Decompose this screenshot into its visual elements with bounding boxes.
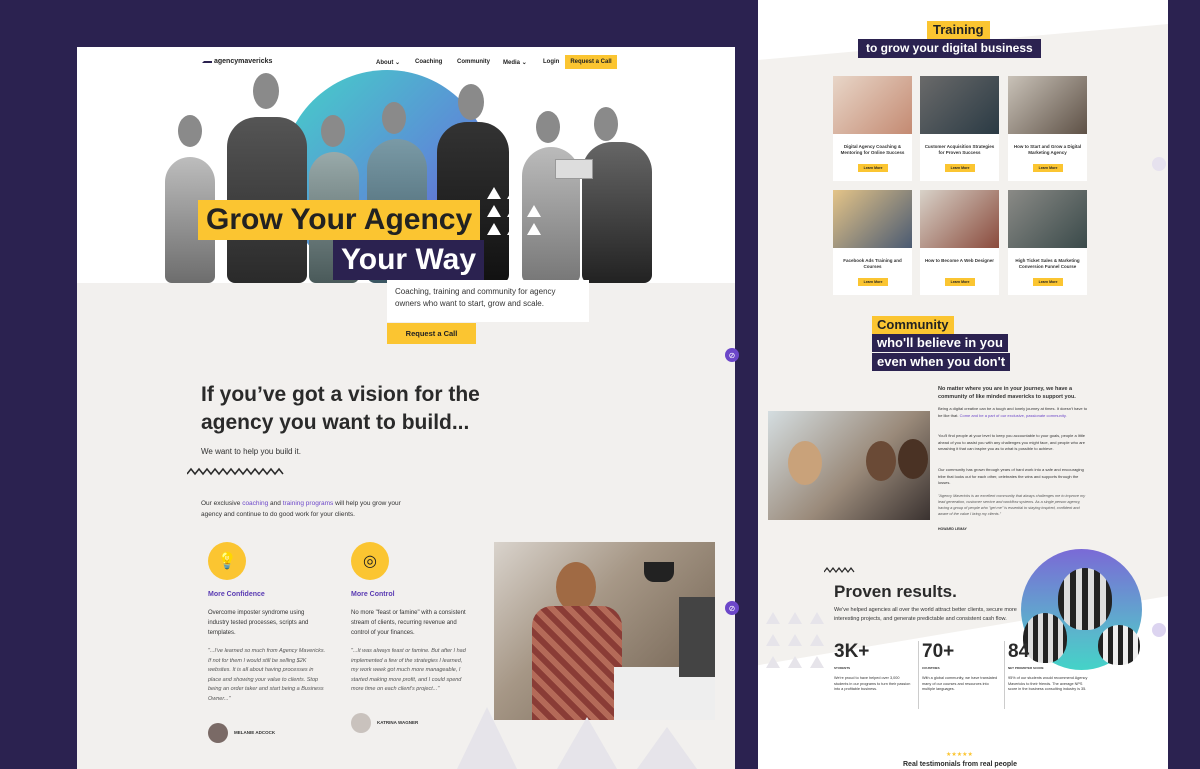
results-title: Proven results. bbox=[834, 582, 957, 601]
training-card[interactable]: Digital Agency Coaching & Mentoring for … bbox=[833, 76, 912, 181]
testimonials-title: Real testimonials from real people bbox=[903, 761, 1017, 768]
chevron-down-icon: ⌄ bbox=[395, 60, 401, 66]
community-title-line2: even when you don't bbox=[872, 353, 1011, 371]
feature-desc: No more "feast or famine" with a consist… bbox=[351, 610, 466, 636]
request-call-nav-button[interactable]: Request a Call bbox=[565, 55, 617, 69]
training-tag: Training bbox=[927, 21, 990, 39]
community-lead: No matter where you are in your journey,… bbox=[938, 386, 1076, 400]
training-card[interactable]: Customer Acquisition Strategies for Prov… bbox=[920, 76, 999, 181]
card-image bbox=[1008, 190, 1087, 248]
card-title: How to Become A Web Designer bbox=[924, 258, 995, 263]
avatar bbox=[208, 723, 228, 743]
training-card[interactable]: High Ticket Sales & Marketing Conversion… bbox=[1008, 190, 1087, 295]
feature-title: More Confidence bbox=[208, 591, 265, 598]
inner-page-panel: Training to grow your digital business D… bbox=[758, 0, 1168, 769]
card-title: Digital Agency Coaching & Mentoring for … bbox=[840, 144, 905, 155]
training-card[interactable]: How to Start and Grow a Digital Marketin… bbox=[1008, 76, 1087, 181]
training-title: to grow your digital business bbox=[858, 39, 1041, 58]
card-title: Facebook Ads Training and Courses bbox=[843, 258, 902, 269]
stat-value: 70+ bbox=[922, 641, 955, 662]
community-tag: Community bbox=[872, 316, 954, 334]
request-call-hero-button[interactable]: Request a Call bbox=[387, 323, 476, 344]
community-title-line1: who'll believe in you bbox=[872, 334, 1008, 352]
learn-more-button[interactable]: Learn More bbox=[945, 164, 975, 172]
community-paragraph: Our community has grown through years of… bbox=[938, 467, 1084, 485]
community-paragraph: You'll find people at your level to keep… bbox=[938, 433, 1085, 451]
feature-quote: "...It was always feast or famine. But a… bbox=[351, 648, 466, 692]
lightbulb-icon: 💡 bbox=[208, 542, 246, 580]
training-card[interactable]: How to Become A Web Designer Learn More bbox=[920, 190, 999, 295]
learn-more-button[interactable]: Learn More bbox=[1033, 278, 1063, 286]
stat-desc: We're proud to have helped over 3,000 st… bbox=[834, 676, 911, 691]
training-card[interactable]: Facebook Ads Training and Courses Learn … bbox=[833, 190, 912, 295]
man-at-desk-photo bbox=[494, 542, 715, 720]
wavy-divider bbox=[187, 467, 284, 476]
rating-stars-icon: ★★★★★ bbox=[946, 752, 973, 758]
nav-media-label: Media bbox=[503, 60, 521, 66]
card-title: Customer Acquisition Strategies for Prov… bbox=[924, 144, 995, 155]
learn-more-button[interactable]: Learn More bbox=[858, 278, 888, 286]
logo-icon bbox=[202, 57, 212, 63]
learn-more-button[interactable]: Learn More bbox=[945, 278, 975, 286]
hero-title-line1: Grow Your Agency bbox=[198, 200, 481, 240]
community-paragraph: Being a digital creative can be a tough … bbox=[938, 406, 1088, 419]
nav-login[interactable]: Login bbox=[543, 59, 559, 65]
results-desc: We've helped agencies all over the world… bbox=[834, 607, 1017, 622]
quote-author: MELANIE ADCOCK bbox=[234, 730, 276, 735]
wavy-divider bbox=[824, 567, 855, 573]
community-join-link[interactable]: Come and be a part of our exclusive, pas… bbox=[960, 413, 1067, 418]
nav-about[interactable]: About ⌄ bbox=[376, 59, 400, 66]
quote-author: KATRINA WAGNER bbox=[377, 720, 419, 725]
feature-desc: Overcome imposter syndrome using industr… bbox=[208, 610, 309, 636]
learn-more-button[interactable]: Learn More bbox=[1033, 164, 1063, 172]
hero-title-line2: Your Way bbox=[333, 240, 485, 280]
top-nav: agencymavericks About ⌄ Coaching Communi… bbox=[77, 52, 735, 72]
card-image bbox=[920, 190, 999, 248]
vision-text-1: Our exclusive bbox=[201, 500, 243, 507]
card-image bbox=[833, 76, 912, 134]
stat-divider bbox=[918, 641, 919, 709]
card-image bbox=[1008, 76, 1087, 134]
circle-icon bbox=[1152, 157, 1166, 171]
card-image bbox=[833, 190, 912, 248]
vision-subtitle: We want to help you build it. bbox=[201, 447, 301, 456]
link-icon[interactable]: ⊘ bbox=[725, 348, 739, 362]
stat-label: STUDENTS bbox=[834, 666, 851, 670]
nav-coaching[interactable]: Coaching bbox=[415, 59, 442, 65]
hero-subtitle: Coaching, training and community for age… bbox=[387, 280, 589, 322]
card-title: High Ticket Sales & Marketing Conversion… bbox=[1015, 258, 1080, 269]
nav-about-label: About bbox=[376, 60, 394, 66]
stat-value: 84 bbox=[1008, 641, 1030, 662]
logo-text: agencymavericks bbox=[214, 58, 273, 65]
stat-value: 3K+ bbox=[834, 641, 870, 662]
stat-desc: 95% of our students would recommend Agen… bbox=[1008, 676, 1088, 691]
training-programs-link[interactable]: training programs bbox=[283, 500, 334, 507]
stat-desc: With a global community, we have transla… bbox=[922, 676, 998, 691]
community-photo bbox=[768, 411, 930, 520]
avatar bbox=[351, 713, 371, 733]
nav-community[interactable]: Community bbox=[457, 59, 490, 65]
stat-divider bbox=[1004, 641, 1005, 709]
feature-quote: "...I've learned so much from Agency Mav… bbox=[208, 648, 326, 702]
coaching-link[interactable]: coaching bbox=[242, 500, 268, 507]
learn-more-button[interactable]: Learn More bbox=[858, 164, 888, 172]
link-icon[interactable]: ⊘ bbox=[725, 601, 739, 615]
feature-title: More Control bbox=[351, 591, 395, 598]
vision-paragraph: Our exclusive coaching and training prog… bbox=[201, 498, 421, 520]
vision-title: If you’ve got a vision for the agency yo… bbox=[201, 383, 480, 434]
card-image bbox=[920, 76, 999, 134]
community-quote: "Agency Mavericks is an excellent commun… bbox=[938, 494, 1086, 516]
homepage-panel: agencymavericks About ⌄ Coaching Communi… bbox=[77, 47, 735, 769]
tablet-device bbox=[555, 159, 593, 179]
nav-media[interactable]: Media ⌄ bbox=[503, 59, 527, 66]
target-icon: ◎ bbox=[351, 542, 389, 580]
stat-label: COUNTRIES bbox=[922, 666, 940, 670]
vision-text-2: and bbox=[268, 500, 283, 507]
card-title: How to Start and Grow a Digital Marketin… bbox=[1013, 144, 1082, 155]
chevron-down-icon: ⌄ bbox=[521, 60, 527, 66]
logo[interactable]: agencymavericks bbox=[202, 57, 272, 65]
stat-label: NET PROMOTER SCORE bbox=[1008, 666, 1044, 670]
circle-icon bbox=[1152, 623, 1166, 637]
quote-author: HOWARD LEMAY bbox=[938, 527, 967, 531]
